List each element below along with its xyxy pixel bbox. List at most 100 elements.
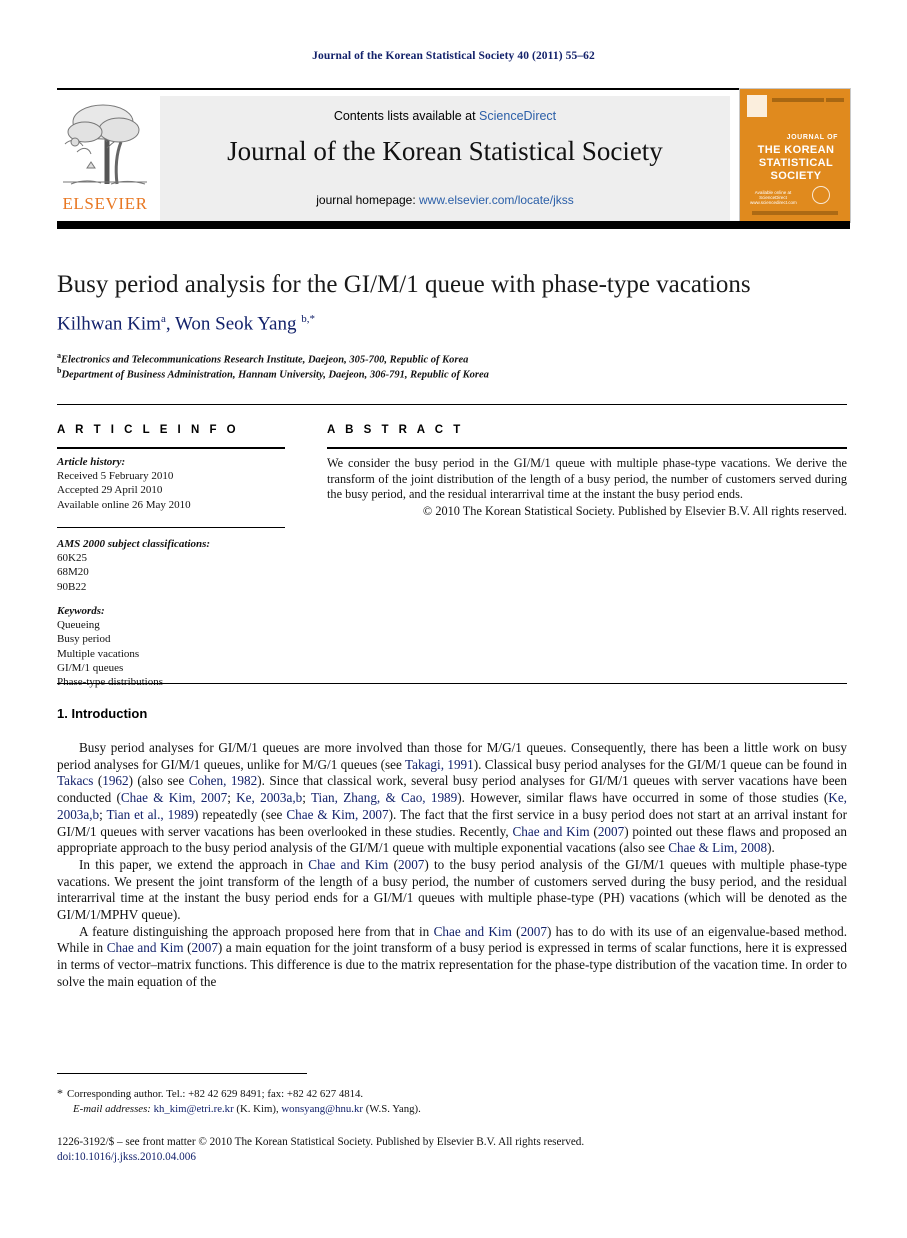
section-heading-introduction: 1. Introduction (57, 706, 148, 721)
sciencedirect-band: Contents lists available at ScienceDirec… (160, 96, 730, 221)
keyword-0: Queueing (57, 619, 100, 632)
citation-link[interactable]: Chae and Kim (308, 857, 388, 872)
journal-homepage-link[interactable]: www.elsevier.com/locate/jkss (419, 193, 574, 207)
abstract-copyright: © 2010 The Korean Statistical Society. P… (422, 503, 847, 518)
doi-link[interactable]: doi:10.1016/j.jkss.2010.04.006 (57, 1150, 847, 1165)
body-text-run: ; (227, 790, 237, 806)
citation-link[interactable]: 2007 (398, 857, 424, 872)
cover-sciencedirect-badge: Available online at ScienceDirect www.sc… (750, 190, 797, 206)
body-text-run: ). Classical busy period analyses for th… (473, 756, 847, 772)
abstract-text: We consider the busy period in the GI/M/… (327, 456, 847, 502)
body-text-run: ) (also see (128, 773, 189, 789)
body-text-run: ( (511, 923, 521, 939)
body-paragraph: Busy period analyses for GI/M/1 queues a… (57, 740, 847, 857)
elsevier-wordmark: ELSEVIER (62, 194, 148, 213)
history-accepted: Accepted 29 April 2010 (57, 484, 163, 497)
footnote-block: * Corresponding author. Tel.: +82 42 629 … (57, 1086, 697, 1117)
body-text-run: ( (183, 940, 192, 956)
email-link-1[interactable]: kh_kim@etri.re.kr (154, 1103, 234, 1115)
cover-emblem (747, 95, 767, 117)
cover-title-line3: STATISTICAL (758, 157, 834, 169)
citation-link[interactable]: Chae and Kim (107, 940, 184, 955)
running-head: Journal of the Korean Statistical Societ… (312, 50, 595, 62)
journal-masthead: ELSEVIER Contents lists available at Sci… (57, 88, 851, 229)
cover-society-seal-icon (812, 186, 830, 204)
body-text-run: ( (589, 823, 598, 839)
sciencedirect-link[interactable]: ScienceDirect (479, 109, 556, 123)
contents-prefix: Contents lists available at (333, 109, 480, 123)
cover-bottom-text-bar (752, 211, 838, 215)
email-owner-2: (W.S. Yang). (365, 1103, 421, 1115)
ams-code-2: 90B22 (57, 580, 87, 593)
citation-link[interactable]: 2007 (521, 924, 547, 939)
history-received: Received 5 February 2010 (57, 470, 174, 483)
history-online: Available online 26 May 2010 (57, 498, 191, 511)
homepage-prefix: journal homepage: (316, 193, 420, 207)
article-history-label: Article history: (57, 456, 126, 468)
abstract-column: We consider the busy period in the GI/M/… (327, 456, 847, 519)
citation-link[interactable]: 2007 (598, 824, 624, 839)
introduction-body: Busy period analyses for GI/M/1 queues a… (57, 740, 847, 991)
citation-link[interactable]: Chae and Kim (434, 924, 512, 939)
journal-title: Journal of the Korean Statistical Societ… (227, 136, 663, 166)
author-list[interactable]: Kilhwan Kima, Won Seok Yang b,* (57, 313, 847, 335)
article-info-column: Article history: Received 5 February 201… (57, 455, 285, 512)
body-text-run: ) repeatedly (see (194, 806, 287, 822)
colophon-block: 1226-3192/$ – see front matter © 2010 Th… (57, 1135, 847, 1165)
ams-code-1: 68M20 (57, 566, 89, 579)
citation-link[interactable]: Chae & Kim, 2007 (286, 807, 388, 822)
cover-top-text-bar (772, 98, 824, 102)
citation-link[interactable]: 1962 (102, 773, 128, 788)
citation-link[interactable]: Chae & Lim, 2008 (668, 840, 767, 855)
email-owner-1: (K. Kim), (236, 1103, 279, 1115)
citation-link[interactable]: Chae & Kim, 2007 (121, 790, 227, 805)
info-heading-rule (57, 447, 285, 449)
keywords-block: Keywords: Queueing Busy period Multiple … (57, 604, 285, 689)
body-text-run: In this paper, we extend the approach in (79, 856, 309, 872)
masthead-top-rule (57, 88, 850, 90)
cover-title-line2: THE KOREAN (757, 144, 835, 156)
body-text-run: ; (302, 790, 311, 806)
body-paragraph: In this paper, we extend the approach in… (57, 857, 847, 924)
body-paragraph: A feature distinguishing the approach pr… (57, 924, 847, 991)
keyword-3: GI/M/1 queues (57, 661, 124, 674)
citation-link[interactable]: Takagi, 1991 (405, 757, 474, 772)
cover-title: JOURNAL OF THE KOREAN STATISTICAL SOCIET… (748, 131, 844, 183)
email-line: E-mail addresses: kh_kim@etri.re.kr (K. … (57, 1102, 697, 1117)
issn-copyright-line: 1226-3192/$ – see front matter © 2010 Th… (57, 1136, 585, 1148)
citation-link[interactable]: Ke, 2003a,b (236, 790, 302, 805)
affiliation-b-text: Department of Business Administration, H… (61, 369, 489, 381)
article-info-heading: A R T I C L E I N F O (57, 424, 240, 436)
abstract-heading: A B S T R A C T (327, 424, 464, 436)
corresponding-author-text: Corresponding author. Tel.: +82 42 629 8… (67, 1088, 364, 1100)
panel-top-rule (57, 404, 847, 405)
citation-link[interactable]: Cohen, 1982 (189, 773, 258, 788)
keywords-label: Keywords: (57, 605, 105, 617)
email-label: E-mail addresses: (73, 1103, 151, 1115)
email-link-2[interactable]: wonsyang@hnu.kr (281, 1103, 363, 1115)
abstract-bottom-rule (327, 683, 847, 684)
cover-title-line4: SOCIETY (770, 170, 822, 182)
ams-label: AMS 2000 subject classifications: (57, 538, 211, 550)
ams-classification-block: AMS 2000 subject classifications: 60K25 … (57, 537, 285, 594)
body-text-run: ). However, similar flaws have occurred … (457, 790, 829, 806)
cover-issn-bar (826, 98, 844, 102)
citation-link[interactable]: Tian et al., 1989 (106, 807, 194, 822)
abstract-heading-rule (327, 447, 847, 449)
article-page: Journal of the Korean Statistical Societ… (0, 0, 907, 1238)
affiliation-b: bDepartment of Business Administration, … (57, 364, 847, 383)
cover-badge-line3: www.sciencedirect.com (750, 200, 797, 205)
elsevier-logo: ELSEVIER (57, 96, 153, 221)
journal-cover-thumbnail[interactable]: JOURNAL OF THE KOREAN STATISTICAL SOCIET… (739, 88, 851, 223)
citation-link[interactable]: Takacs (57, 773, 93, 788)
homepage-line: journal homepage: www.elsevier.com/locat… (160, 193, 730, 207)
cover-title-line1: JOURNAL OF (786, 134, 838, 141)
citation-link[interactable]: Tian, Zhang, & Cao, 1989 (311, 790, 457, 805)
info-divider-rule (57, 527, 285, 528)
body-text-run: ( (93, 773, 103, 789)
citation-link[interactable]: 2007 (192, 940, 218, 955)
body-text-run: ( (388, 856, 398, 872)
footnote-rule (57, 1073, 307, 1074)
citation-link[interactable]: Chae and Kim (512, 824, 589, 839)
article-title: Busy period analysis for the GI/M/1 queu… (57, 271, 751, 298)
